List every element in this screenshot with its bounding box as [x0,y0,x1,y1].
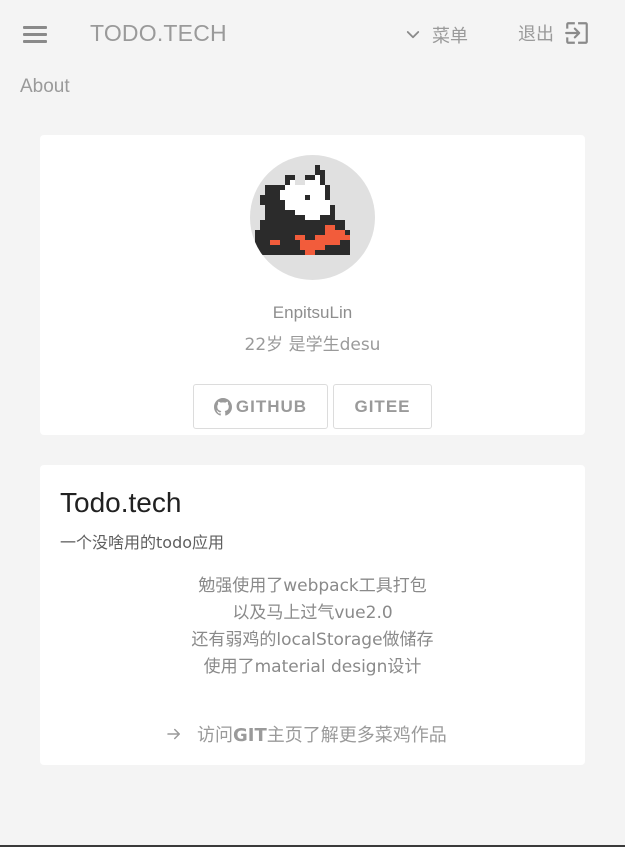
description-line: 还有弱鸡的localStorage做储存 [191,630,434,650]
profile-bio: 22岁 是学生desu [244,335,381,355]
visit-git-link[interactable]: 访问GIT主页了解更多菜鸡作品 [165,721,447,747]
profile-card: EnpitsuLin 22岁 是学生desu GITHUB GITEE [40,135,585,435]
github-label: GITHUB [235,396,308,416]
pixel-fox-avatar [255,165,350,255]
app-title[interactable]: TODO.TECH [90,20,227,47]
page-title: About [20,76,70,97]
logout-label: 退出 [518,24,554,45]
description-line: 使用了material design设计 [203,657,422,677]
visit-git-bold: GIT [233,725,267,746]
description-line: 勉强使用了webpack工具打包 [198,576,427,596]
gitee-label: GITEE [354,396,411,416]
arrow-right-icon [167,728,180,740]
logout-button[interactable]: 退出 [518,20,590,46]
project-card: Todo.tech 一个没啥用的todo应用 勉强使用了webpack工具打包 … [40,465,585,765]
project-title: Todo.tech [60,487,182,518]
logout-icon [565,22,588,44]
gitee-button[interactable]: GITEE [333,384,432,429]
visit-suffix: 主页了解更多菜鸡作品 [266,725,447,746]
menu-icon[interactable] [18,20,52,50]
github-button[interactable]: GITHUB [193,384,328,429]
chevron-down-icon [406,31,420,39]
menu-dropdown[interactable]: 菜单 [404,22,468,48]
github-icon [213,397,232,416]
description-line: 以及马上过气vue2.0 [232,603,393,623]
project-subtitle: 一个没啥用的todo应用 [60,533,225,552]
profile-name: EnpitsuLin [272,303,353,322]
visit-prefix: 访问 [197,725,233,746]
visit-link-text: 访问GIT主页了解更多菜鸡作品 [197,721,447,747]
app-bar: TODO.TECH 菜单 退出 [0,0,625,70]
avatar [250,155,375,280]
project-description: 勉强使用了webpack工具打包 以及马上过气vue2.0 还有弱鸡的local… [40,573,585,681]
menu-label: 菜单 [432,26,468,47]
